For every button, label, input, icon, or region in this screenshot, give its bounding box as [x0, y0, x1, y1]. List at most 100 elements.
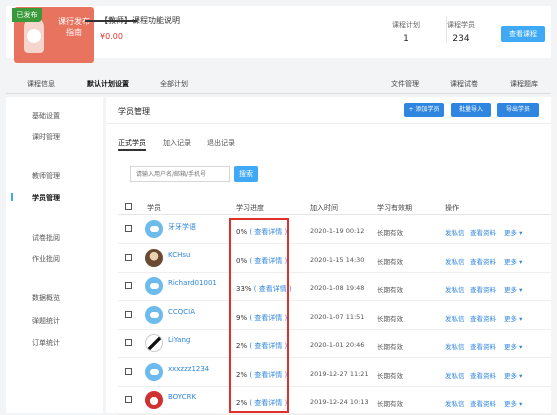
subtab-exit-records[interactable]: 退出记录	[207, 138, 235, 148]
student-name-link[interactable]: KCHsu	[168, 251, 190, 259]
avatar[interactable]	[145, 362, 163, 381]
row-checkbox[interactable]	[125, 253, 132, 261]
table-row: CCQCIA 9% ( 查看详情 ) 2020-1-07 11:51 长期有效 发私信查…	[118, 302, 551, 330]
validity: 长期有效	[377, 286, 403, 294]
table-row: KCHsu 0% ( 查看详情 ) 2020-1-15 14:30 长期有效 发私信 查看…	[118, 245, 551, 273]
student-name-link[interactable]: LiYang	[168, 336, 190, 344]
view-course-button[interactable]: 查看课程	[501, 26, 545, 42]
student-name-link[interactable]: xxxzzz1234	[168, 365, 209, 373]
validity: 长期有效	[377, 371, 403, 380]
sidebar: 基础设置 课时管理 教师管理 学员管理 试卷批阅 作业批阅 数据概览 弹题统计 …	[6, 97, 103, 413]
select-all-checkbox[interactable]	[125, 203, 132, 210]
row-checkbox[interactable]	[125, 225, 132, 232]
validity: 长期有效	[377, 343, 403, 351]
search-input[interactable]	[130, 166, 230, 182]
sidebar-item-exam-review[interactable]: 试卷批阅	[32, 233, 60, 243]
avatar[interactable]	[145, 391, 163, 409]
course-price: ¥0.00	[100, 32, 123, 41]
tab-course-info[interactable]: 课程信息	[27, 79, 55, 89]
table-row: 牙牙学语 0% ( 查看详情 ) 2020-1-19 00:12 长期有效 发私信 查看资…	[118, 216, 551, 244]
active-tab-underline	[85, 20, 137, 22]
table-row: xxxzzz1234 2% ( 查看详情 ) 2019-12-27 11:21 长期有…	[118, 359, 551, 387]
validity: 长期有效	[377, 257, 403, 266]
avatar[interactable]	[145, 334, 163, 352]
sidebar-item-lesson-management[interactable]: 课时管理	[32, 132, 60, 142]
join-time: 2019-12-27 11:21	[310, 369, 369, 378]
sidebar-item-data-overview[interactable]: 数据概览	[32, 293, 60, 303]
stat-students-label: 课程学员	[447, 21, 475, 29]
scrollbar[interactable]	[551, 97, 557, 413]
more-dropdown[interactable]: 更多 ▾	[504, 370, 522, 380]
avatar[interactable]	[145, 248, 163, 267]
view-profile-link[interactable]: 查看资料	[470, 227, 496, 237]
avatar[interactable]	[145, 305, 163, 324]
sidebar-item-order-stats[interactable]: 订单统计	[32, 338, 60, 348]
add-student-button[interactable]: + 添加学员	[404, 103, 444, 117]
sidebar-item-popup-stats[interactable]: 弹题统计	[32, 316, 60, 326]
export-students-button[interactable]: 导出学员	[497, 103, 539, 117]
more-dropdown[interactable]: 更多 ▾	[504, 227, 522, 237]
more-dropdown[interactable]: 更多 ▾	[504, 313, 522, 323]
join-time: 2020-1-01 20:46	[310, 341, 365, 349]
view-profile-link[interactable]: 查看资料	[470, 256, 496, 266]
tab-file-management[interactable]: 文件管理	[391, 79, 419, 89]
student-name-link[interactable]: Richard01001	[168, 279, 217, 287]
tab-question-bank[interactable]: 课程题库	[510, 79, 538, 89]
view-profile-link[interactable]: 查看资料	[470, 341, 496, 351]
view-profile-link[interactable]: 查看资料	[470, 370, 496, 380]
col-validity: 学习有效期	[377, 204, 412, 212]
view-profile-link[interactable]: 查看资料	[470, 398, 496, 408]
stat-plan-label: 课程计划	[392, 21, 420, 29]
main-divider	[106, 123, 551, 124]
send-message-link[interactable]: 发私信	[445, 398, 465, 408]
sidebar-active-indicator	[11, 193, 13, 201]
subtab-formal-students[interactable]: 正式学员	[118, 138, 146, 148]
student-name-link[interactable]: CCQCIA	[168, 308, 195, 316]
col-progress: 学习进度	[236, 204, 264, 212]
col-actions: 操作	[445, 204, 459, 212]
sidebar-item-student-management[interactable]: 学员管理	[32, 193, 60, 203]
view-profile-link[interactable]: 查看资料	[470, 313, 496, 323]
more-dropdown[interactable]: 更多 ▾	[504, 398, 522, 408]
sidebar-item-teacher-management[interactable]: 教师管理	[32, 171, 60, 181]
search-button[interactable]: 搜索	[234, 166, 258, 182]
join-time: 2020-1-08 19:48	[310, 284, 365, 292]
view-profile-link[interactable]: 查看资料	[470, 284, 496, 294]
row-checkbox[interactable]	[125, 310, 132, 318]
table-header: 学员 学习进度 加入时间 学习有效期 操作	[118, 199, 551, 215]
bulk-import-button[interactable]: 批量导入	[451, 103, 491, 117]
avatar[interactable]	[145, 277, 163, 295]
tab-all-plans[interactable]: 全部计划	[160, 79, 188, 89]
col-student: 学员	[147, 204, 161, 212]
send-message-link[interactable]: 发私信	[445, 284, 465, 294]
progress-highlight-box	[229, 218, 289, 413]
row-checkbox[interactable]	[125, 339, 132, 346]
page-title: 学员管理	[118, 107, 150, 116]
send-message-link[interactable]: 发私信	[445, 313, 465, 323]
join-time: 2020-1-15 14:30	[310, 255, 365, 264]
active-subtab-underline	[118, 149, 146, 151]
student-name-link[interactable]: BOYCRK	[168, 393, 196, 401]
more-dropdown[interactable]: 更多 ▾	[504, 341, 522, 351]
table-row: LiYang 2% ( 查看详情 ) 2020-1-01 20:46 长期有效 发私信查…	[118, 330, 551, 358]
sidebar-item-homework-review[interactable]: 作业批阅	[32, 254, 60, 264]
cover-figure-icon	[24, 17, 44, 53]
validity: 长期有效	[377, 400, 403, 408]
student-name-link[interactable]: 牙牙学语	[168, 222, 196, 232]
tab-default-plan[interactable]: 默认计划设置	[87, 79, 129, 89]
table-row: Richard01001 33% ( 查看详情 ) 2020-1-08 19:48 长…	[118, 273, 551, 301]
row-checkbox[interactable]	[125, 396, 132, 403]
send-message-link[interactable]: 发私信	[445, 256, 465, 266]
sidebar-item-basic-settings[interactable]: 基础设置	[32, 111, 60, 121]
row-checkbox[interactable]	[125, 367, 132, 375]
more-dropdown[interactable]: 更多 ▾	[504, 284, 522, 294]
more-dropdown[interactable]: 更多 ▾	[504, 256, 522, 266]
row-checkbox[interactable]	[125, 282, 132, 289]
subtab-join-records[interactable]: 加入记录	[163, 138, 191, 148]
tab-course-exams[interactable]: 课程试卷	[450, 79, 478, 89]
validity: 长期有效	[377, 314, 403, 323]
avatar[interactable]	[145, 220, 163, 238]
send-message-link[interactable]: 发私信	[445, 370, 465, 380]
send-message-link[interactable]: 发私信	[445, 227, 465, 237]
send-message-link[interactable]: 发私信	[445, 341, 465, 351]
